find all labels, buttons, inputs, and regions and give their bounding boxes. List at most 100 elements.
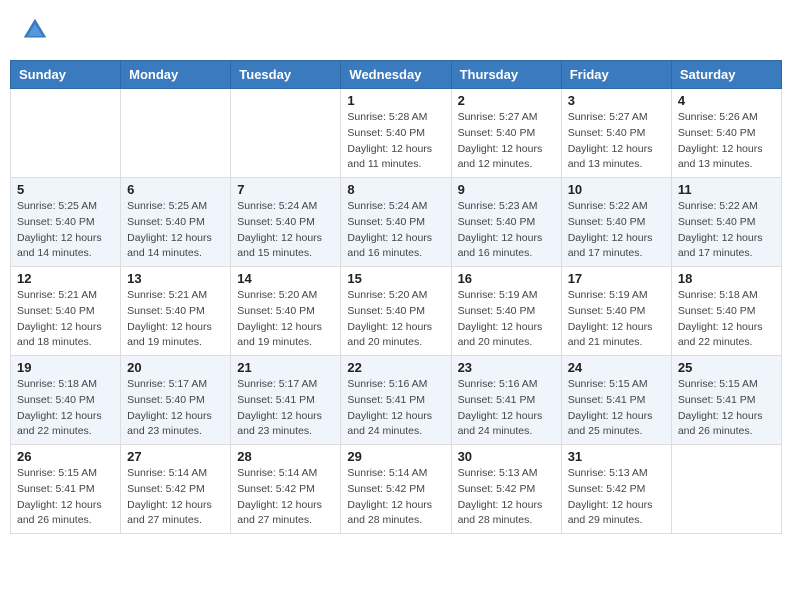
- calendar-cell: 23 Sunrise: 5:16 AM Sunset: 5:41 PM Dayli…: [451, 356, 561, 445]
- calendar-week-row: 1 Sunrise: 5:28 AM Sunset: 5:40 PM Daylig…: [11, 89, 782, 178]
- day-number: 5: [17, 182, 114, 197]
- calendar-cell: 18 Sunrise: 5:18 AM Sunset: 5:40 PM Dayli…: [671, 267, 781, 356]
- calendar-cell: 30 Sunrise: 5:13 AM Sunset: 5:42 PM Dayli…: [451, 445, 561, 534]
- day-number: 25: [678, 360, 775, 375]
- day-info: Sunrise: 5:13 AM Sunset: 5:42 PM Dayligh…: [568, 466, 665, 529]
- logo: [20, 15, 54, 45]
- calendar-cell: 10 Sunrise: 5:22 AM Sunset: 5:40 PM Dayli…: [561, 178, 671, 267]
- day-info: Sunrise: 5:15 AM Sunset: 5:41 PM Dayligh…: [678, 377, 775, 440]
- day-info: Sunrise: 5:18 AM Sunset: 5:40 PM Dayligh…: [678, 288, 775, 351]
- calendar-cell: 4 Sunrise: 5:26 AM Sunset: 5:40 PM Daylig…: [671, 89, 781, 178]
- calendar-cell: 8 Sunrise: 5:24 AM Sunset: 5:40 PM Daylig…: [341, 178, 451, 267]
- calendar-cell: 22 Sunrise: 5:16 AM Sunset: 5:41 PM Dayli…: [341, 356, 451, 445]
- day-number: 8: [347, 182, 444, 197]
- calendar-day-header: Thursday: [451, 61, 561, 89]
- calendar-week-row: 19 Sunrise: 5:18 AM Sunset: 5:40 PM Dayli…: [11, 356, 782, 445]
- calendar-day-header: Sunday: [11, 61, 121, 89]
- day-number: 14: [237, 271, 334, 286]
- day-number: 24: [568, 360, 665, 375]
- day-info: Sunrise: 5:17 AM Sunset: 5:41 PM Dayligh…: [237, 377, 334, 440]
- calendar-cell: 7 Sunrise: 5:24 AM Sunset: 5:40 PM Daylig…: [231, 178, 341, 267]
- calendar-cell: 11 Sunrise: 5:22 AM Sunset: 5:40 PM Dayli…: [671, 178, 781, 267]
- day-info: Sunrise: 5:24 AM Sunset: 5:40 PM Dayligh…: [347, 199, 444, 262]
- day-number: 20: [127, 360, 224, 375]
- day-info: Sunrise: 5:25 AM Sunset: 5:40 PM Dayligh…: [127, 199, 224, 262]
- day-info: Sunrise: 5:22 AM Sunset: 5:40 PM Dayligh…: [678, 199, 775, 262]
- day-info: Sunrise: 5:14 AM Sunset: 5:42 PM Dayligh…: [237, 466, 334, 529]
- day-number: 16: [458, 271, 555, 286]
- day-info: Sunrise: 5:26 AM Sunset: 5:40 PM Dayligh…: [678, 110, 775, 173]
- day-number: 10: [568, 182, 665, 197]
- day-number: 17: [568, 271, 665, 286]
- day-info: Sunrise: 5:14 AM Sunset: 5:42 PM Dayligh…: [127, 466, 224, 529]
- calendar-day-header: Tuesday: [231, 61, 341, 89]
- day-number: 15: [347, 271, 444, 286]
- calendar-cell: 21Sunrise: 5:17 AM Sunset: 5:41 PM Dayli…: [231, 356, 341, 445]
- day-number: 18: [678, 271, 775, 286]
- calendar-cell: 5 Sunrise: 5:25 AM Sunset: 5:40 PM Daylig…: [11, 178, 121, 267]
- calendar-cell: [11, 89, 121, 178]
- day-number: 12: [17, 271, 114, 286]
- day-number: 19: [17, 360, 114, 375]
- calendar-week-row: 26Sunrise: 5:15 AM Sunset: 5:41 PM Dayli…: [11, 445, 782, 534]
- day-info: Sunrise: 5:20 AM Sunset: 5:40 PM Dayligh…: [237, 288, 334, 351]
- day-info: Sunrise: 5:25 AM Sunset: 5:40 PM Dayligh…: [17, 199, 114, 262]
- day-info: Sunrise: 5:28 AM Sunset: 5:40 PM Dayligh…: [347, 110, 444, 173]
- calendar-cell: 20 Sunrise: 5:17 AM Sunset: 5:40 PM Dayli…: [121, 356, 231, 445]
- calendar-day-header: Wednesday: [341, 61, 451, 89]
- day-number: 28: [237, 449, 334, 464]
- day-info: Sunrise: 5:17 AM Sunset: 5:40 PM Dayligh…: [127, 377, 224, 440]
- calendar-cell: 28 Sunrise: 5:14 AM Sunset: 5:42 PM Dayli…: [231, 445, 341, 534]
- calendar-cell: 14 Sunrise: 5:20 AM Sunset: 5:40 PM Dayli…: [231, 267, 341, 356]
- calendar-header-row: SundayMondayTuesdayWednesdayThursdayFrid…: [11, 61, 782, 89]
- calendar-cell: 13 Sunrise: 5:21 AM Sunset: 5:40 PM Dayli…: [121, 267, 231, 356]
- day-info: Sunrise: 5:16 AM Sunset: 5:41 PM Dayligh…: [458, 377, 555, 440]
- calendar-cell: 2 Sunrise: 5:27 AM Sunset: 5:40 PM Daylig…: [451, 89, 561, 178]
- day-info: Sunrise: 5:13 AM Sunset: 5:42 PM Dayligh…: [458, 466, 555, 529]
- day-info: Sunrise: 5:27 AM Sunset: 5:40 PM Dayligh…: [458, 110, 555, 173]
- calendar-cell: 29 Sunrise: 5:14 AM Sunset: 5:42 PM Dayli…: [341, 445, 451, 534]
- calendar-cell: 26Sunrise: 5:15 AM Sunset: 5:41 PM Dayli…: [11, 445, 121, 534]
- day-number: 22: [347, 360, 444, 375]
- day-info: Sunrise: 5:14 AM Sunset: 5:42 PM Dayligh…: [347, 466, 444, 529]
- day-info: Sunrise: 5:22 AM Sunset: 5:40 PM Dayligh…: [568, 199, 665, 262]
- day-info: Sunrise: 5:16 AM Sunset: 5:41 PM Dayligh…: [347, 377, 444, 440]
- day-number: 7: [237, 182, 334, 197]
- calendar-cell: 31 Sunrise: 5:13 AM Sunset: 5:42 PM Dayli…: [561, 445, 671, 534]
- calendar-cell: 25 Sunrise: 5:15 AM Sunset: 5:41 PM Dayli…: [671, 356, 781, 445]
- day-number: 27: [127, 449, 224, 464]
- calendar-cell: [231, 89, 341, 178]
- calendar-week-row: 5 Sunrise: 5:25 AM Sunset: 5:40 PM Daylig…: [11, 178, 782, 267]
- calendar-cell: 12 Sunrise: 5:21 AM Sunset: 5:40 PM Dayli…: [11, 267, 121, 356]
- calendar-cell: 9 Sunrise: 5:23 AM Sunset: 5:40 PM Daylig…: [451, 178, 561, 267]
- day-info: Sunrise: 5:27 AM Sunset: 5:40 PM Dayligh…: [568, 110, 665, 173]
- day-number: 9: [458, 182, 555, 197]
- calendar-cell: 15 Sunrise: 5:20 AM Sunset: 5:40 PM Dayli…: [341, 267, 451, 356]
- day-number: 3: [568, 93, 665, 108]
- day-info: Sunrise: 5:18 AM Sunset: 5:40 PM Dayligh…: [17, 377, 114, 440]
- day-info: Sunrise: 5:21 AM Sunset: 5:40 PM Dayligh…: [17, 288, 114, 351]
- logo-icon: [20, 15, 50, 45]
- day-info: Sunrise: 5:20 AM Sunset: 5:40 PM Dayligh…: [347, 288, 444, 351]
- day-info: Sunrise: 5:21 AM Sunset: 5:40 PM Dayligh…: [127, 288, 224, 351]
- calendar-day-header: Monday: [121, 61, 231, 89]
- day-number: 23: [458, 360, 555, 375]
- day-number: 30: [458, 449, 555, 464]
- page-header: [10, 10, 782, 50]
- day-number: 11: [678, 182, 775, 197]
- calendar-cell: 19 Sunrise: 5:18 AM Sunset: 5:40 PM Dayli…: [11, 356, 121, 445]
- calendar-cell: 27 Sunrise: 5:14 AM Sunset: 5:42 PM Dayli…: [121, 445, 231, 534]
- calendar-cell: 1 Sunrise: 5:28 AM Sunset: 5:40 PM Daylig…: [341, 89, 451, 178]
- calendar-cell: [121, 89, 231, 178]
- day-info: Sunrise: 5:23 AM Sunset: 5:40 PM Dayligh…: [458, 199, 555, 262]
- day-info: Sunrise: 5:19 AM Sunset: 5:40 PM Dayligh…: [458, 288, 555, 351]
- day-info: Sunrise: 5:24 AM Sunset: 5:40 PM Dayligh…: [237, 199, 334, 262]
- day-number: 1: [347, 93, 444, 108]
- day-number: 2: [458, 93, 555, 108]
- day-number: 29: [347, 449, 444, 464]
- day-number: 4: [678, 93, 775, 108]
- calendar-cell: 24Sunrise: 5:15 AM Sunset: 5:41 PM Dayli…: [561, 356, 671, 445]
- day-number: 31: [568, 449, 665, 464]
- day-number: 13: [127, 271, 224, 286]
- day-number: 26: [17, 449, 114, 464]
